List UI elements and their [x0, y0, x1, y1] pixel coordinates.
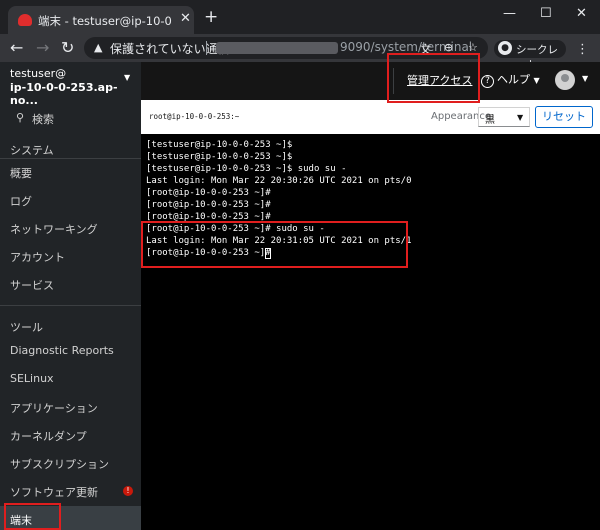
tools-heading: ツール — [10, 321, 43, 334]
caret-down-icon: ▼ — [124, 73, 131, 82]
terminal-screen[interactable]: [testuser@ip-10-0-0-253 ~]$ [testuser@ip… — [141, 134, 600, 530]
help-label: ヘルプ — [497, 73, 530, 86]
terminal-line: [root@ip-10-0-0-253 ~]# — [146, 188, 271, 198]
terminal-line: [testuser@ip-10-0-0-253 ~]$ — [146, 140, 293, 150]
host-switcher[interactable]: testuser@ ip-10-0-0-253.ap-no... ▼ — [0, 62, 141, 107]
nav-item-networking[interactable]: ネットワーキング — [0, 215, 141, 242]
update-alert-badge: ! — [123, 486, 133, 496]
terminal-line: [testuser@ip-10-0-0-253 ~]$ — [146, 152, 293, 162]
nav-item-overview[interactable]: 概要 — [0, 159, 141, 186]
terminal-line: [testuser@ip-10-0-0-253 ~]$ sudo su - — [146, 164, 347, 174]
incognito-icon: ● — [498, 41, 512, 55]
system-heading: システム — [10, 144, 54, 157]
search-icon: ⚲ — [16, 111, 25, 124]
nav-label: SELinux — [10, 372, 54, 385]
back-icon[interactable]: ← — [10, 38, 23, 57]
close-window-icon[interactable]: ✕ — [576, 6, 587, 21]
address-divider — [206, 41, 207, 55]
nav-label: カーネルダンプ — [10, 430, 87, 443]
reset-button[interactable]: リセット — [535, 106, 593, 128]
divider — [0, 305, 141, 306]
new-tab-button[interactable]: + — [204, 7, 218, 27]
avatar[interactable] — [555, 70, 575, 90]
nav-item-accounts[interactable]: アカウント — [0, 243, 141, 270]
close-tab-icon[interactable]: ✕ — [180, 11, 191, 26]
redhat-favicon-icon — [18, 14, 32, 26]
nav-item-diagnostic-reports[interactable]: Diagnostic Reports — [0, 338, 141, 365]
nav-label: サービス — [10, 279, 54, 292]
nav-item-subscriptions[interactable]: サブスクリプション — [0, 450, 141, 477]
terminal-line: [root@ip-10-0-0-253 ~]# — [146, 200, 271, 210]
nav-label: ログ — [10, 195, 32, 208]
nav-item-selinux[interactable]: SELinux — [0, 366, 141, 393]
highlight-terminal-nav — [4, 503, 61, 530]
nav-item-logs[interactable]: ログ — [0, 187, 141, 214]
host-name: ip-10-0-0-253.ap-no... — [10, 81, 118, 107]
nav-item-kernel-dump[interactable]: カーネルダンプ — [0, 422, 141, 449]
forward-icon[interactable]: → — [36, 38, 49, 57]
caret-down-icon: ▼ — [517, 113, 524, 122]
caret-down-icon: ▼ — [533, 76, 540, 85]
browser-tab[interactable]: 端末 - testuser@ip-10-0-0-253.ap- ✕ — [8, 6, 194, 34]
reload-icon[interactable]: ↻ — [61, 38, 74, 57]
nav-item-applications[interactable]: アプリケーション — [0, 394, 141, 421]
security-warning: 保護されていない通信 — [110, 42, 230, 56]
host-user: testuser@ — [10, 67, 67, 80]
tab-title: 端末 - testuser@ip-10-0-0-253.ap- — [38, 14, 172, 28]
caret-down-icon[interactable]: ▼ — [582, 74, 588, 83]
nav-item-software-updates[interactable]: ソフトウェア更新! — [0, 478, 141, 505]
terminal-toolbar: root@ip-10-0-0-253:~ Appearance: 黒 ▼ リセッ… — [141, 100, 600, 134]
sidebar: testuser@ ip-10-0-0-253.ap-no... ▼ ⚲ 検索 … — [0, 62, 141, 530]
terminal-title: root@ip-10-0-0-253:~ — [149, 112, 240, 121]
warning-icon[interactable]: ▲ — [94, 41, 102, 54]
incognito-indicator[interactable]: ● シークレット — [494, 40, 566, 71]
search-input[interactable]: ⚲ 検索 — [8, 108, 135, 128]
highlight-admin-access — [387, 53, 480, 103]
nav-label: アカウント — [10, 251, 65, 264]
nav-label: ソフトウェア更新 — [10, 486, 98, 499]
highlight-terminal-output — [141, 221, 408, 268]
nav-label: ネットワーキング — [10, 223, 98, 236]
nav-item-services[interactable]: サービス — [0, 271, 141, 298]
masthead: 管理アクセス ? ヘルプ ▼ ▼ — [141, 62, 600, 100]
terminal-line: Last login: Mon Mar 22 20:30:26 UTC 2021… — [146, 176, 412, 186]
browser-tab-bar: 端末 - testuser@ip-10-0-0-253.ap- ✕ + — ☐ … — [0, 0, 600, 34]
nav-label: サブスクリプション — [10, 458, 109, 471]
help-menu[interactable]: ? ヘルプ ▼ — [481, 71, 540, 88]
nav-label: アプリケーション — [10, 402, 98, 415]
appearance-select[interactable]: 黒 ▼ — [478, 107, 530, 127]
redacted-host — [216, 42, 338, 54]
help-icon: ? — [481, 75, 494, 88]
browser-menu-icon[interactable]: ⋮ — [576, 42, 589, 57]
nav-label: Diagnostic Reports — [10, 344, 114, 357]
maximize-icon[interactable]: ☐ — [540, 6, 552, 21]
browser-toolbar: ← → ↻ ▲ 保護されていない通信 9090/system/terminal … — [0, 34, 600, 71]
nav-label: 概要 — [10, 167, 32, 180]
appearance-value: 黒 — [485, 115, 495, 126]
minimize-icon[interactable]: — — [503, 6, 516, 21]
search-placeholder: 検索 — [32, 113, 54, 126]
